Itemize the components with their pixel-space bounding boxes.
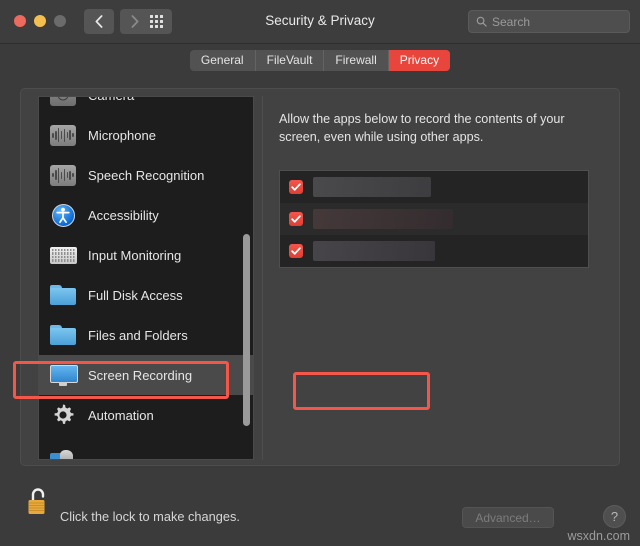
sidebar-scrollbar[interactable] bbox=[243, 99, 250, 459]
sidebar-item-label: Microphone bbox=[88, 127, 156, 143]
camera-icon bbox=[49, 97, 77, 107]
help-button[interactable]: ? bbox=[603, 505, 626, 528]
folder-icon bbox=[49, 323, 77, 347]
partial-icon bbox=[49, 443, 77, 459]
sidebar-item-label: Files and Folders bbox=[88, 327, 188, 343]
sidebar-item-label: Screen Recording bbox=[88, 367, 193, 383]
allowed-apps-list[interactable]: zoom.us bbox=[279, 170, 589, 268]
tab-firewall[interactable]: Firewall bbox=[324, 49, 389, 71]
search-icon bbox=[476, 16, 487, 27]
table-row-zoom[interactable]: zoom.us bbox=[280, 267, 588, 268]
privacy-category-list[interactable]: Camera Microphone bbox=[38, 96, 254, 460]
footer-bar: Click the lock to make changes. Advanced… bbox=[0, 466, 640, 546]
unlocked-padlock-icon[interactable] bbox=[26, 487, 50, 517]
sidebar-item-automation[interactable]: Automation bbox=[39, 395, 253, 435]
sidebar-item-speech-recognition[interactable]: Speech Recognition bbox=[39, 155, 253, 195]
redacted-app-name bbox=[313, 209, 453, 229]
privacy-panel: Camera Microphone bbox=[20, 88, 620, 466]
security-privacy-window: Security & Privacy Search General FileVa… bbox=[0, 0, 640, 546]
sidebar-item-label: Speech Recognition bbox=[88, 167, 205, 183]
table-row[interactable] bbox=[280, 171, 588, 203]
accessibility-icon bbox=[49, 203, 77, 227]
table-row[interactable] bbox=[280, 203, 588, 235]
sidebar-scroll-content: Camera Microphone bbox=[39, 97, 253, 459]
sidebar-scrollbar-thumb[interactable] bbox=[243, 234, 250, 426]
tab-privacy[interactable]: Privacy bbox=[388, 49, 451, 71]
sidebar-item-accessibility[interactable]: Accessibility bbox=[39, 195, 253, 235]
screen-recording-pane: Allow the apps below to record the conte… bbox=[262, 96, 604, 460]
redacted-app-name bbox=[313, 241, 435, 261]
sidebar-item-partial[interactable] bbox=[39, 435, 253, 459]
search-placeholder: Search bbox=[492, 14, 531, 29]
sidebar-item-files-and-folders[interactable]: Files and Folders bbox=[39, 315, 253, 355]
lock-hint-text: Click the lock to make changes. bbox=[60, 509, 240, 524]
pane-description: Allow the apps below to record the conte… bbox=[279, 112, 565, 144]
gear-icon bbox=[49, 403, 77, 427]
speech-waveform-icon bbox=[49, 163, 77, 187]
sidebar-item-camera[interactable]: Camera bbox=[39, 97, 253, 115]
sidebar-item-label: Input Monitoring bbox=[88, 247, 182, 263]
tabs-group: General FileVault Firewall Privacy bbox=[189, 49, 451, 71]
sidebar-item-screen-recording[interactable]: Screen Recording bbox=[39, 355, 253, 395]
keyboard-icon bbox=[49, 243, 77, 267]
checkbox-checked[interactable] bbox=[289, 212, 303, 226]
sidebar-item-label: Accessibility bbox=[88, 207, 159, 223]
sidebar-item-label: Camera bbox=[88, 97, 134, 103]
folder-icon bbox=[49, 283, 77, 307]
redacted-app-name bbox=[313, 177, 431, 197]
search-input[interactable]: Search bbox=[468, 10, 630, 33]
sidebar-item-microphone[interactable]: Microphone bbox=[39, 115, 253, 155]
tab-bar: General FileVault Firewall Privacy bbox=[0, 44, 640, 76]
sidebar-item-label: Full Disk Access bbox=[88, 287, 183, 303]
sidebar-item-label: Automation bbox=[88, 407, 154, 423]
checkbox-checked[interactable] bbox=[289, 244, 303, 258]
watermark: wsxdn.com bbox=[567, 529, 630, 543]
tab-filevault[interactable]: FileVault bbox=[256, 49, 325, 71]
checkbox-checked[interactable] bbox=[289, 180, 303, 194]
sidebar-item-input-monitoring[interactable]: Input Monitoring bbox=[39, 235, 253, 275]
table-row[interactable] bbox=[280, 235, 588, 267]
display-icon bbox=[49, 363, 78, 387]
tab-general[interactable]: General bbox=[190, 49, 256, 71]
sidebar-item-full-disk-access[interactable]: Full Disk Access bbox=[39, 275, 253, 315]
microphone-waveform-icon bbox=[49, 123, 77, 147]
advanced-button[interactable]: Advanced… bbox=[462, 507, 554, 528]
title-bar: Security & Privacy Search bbox=[0, 0, 640, 44]
